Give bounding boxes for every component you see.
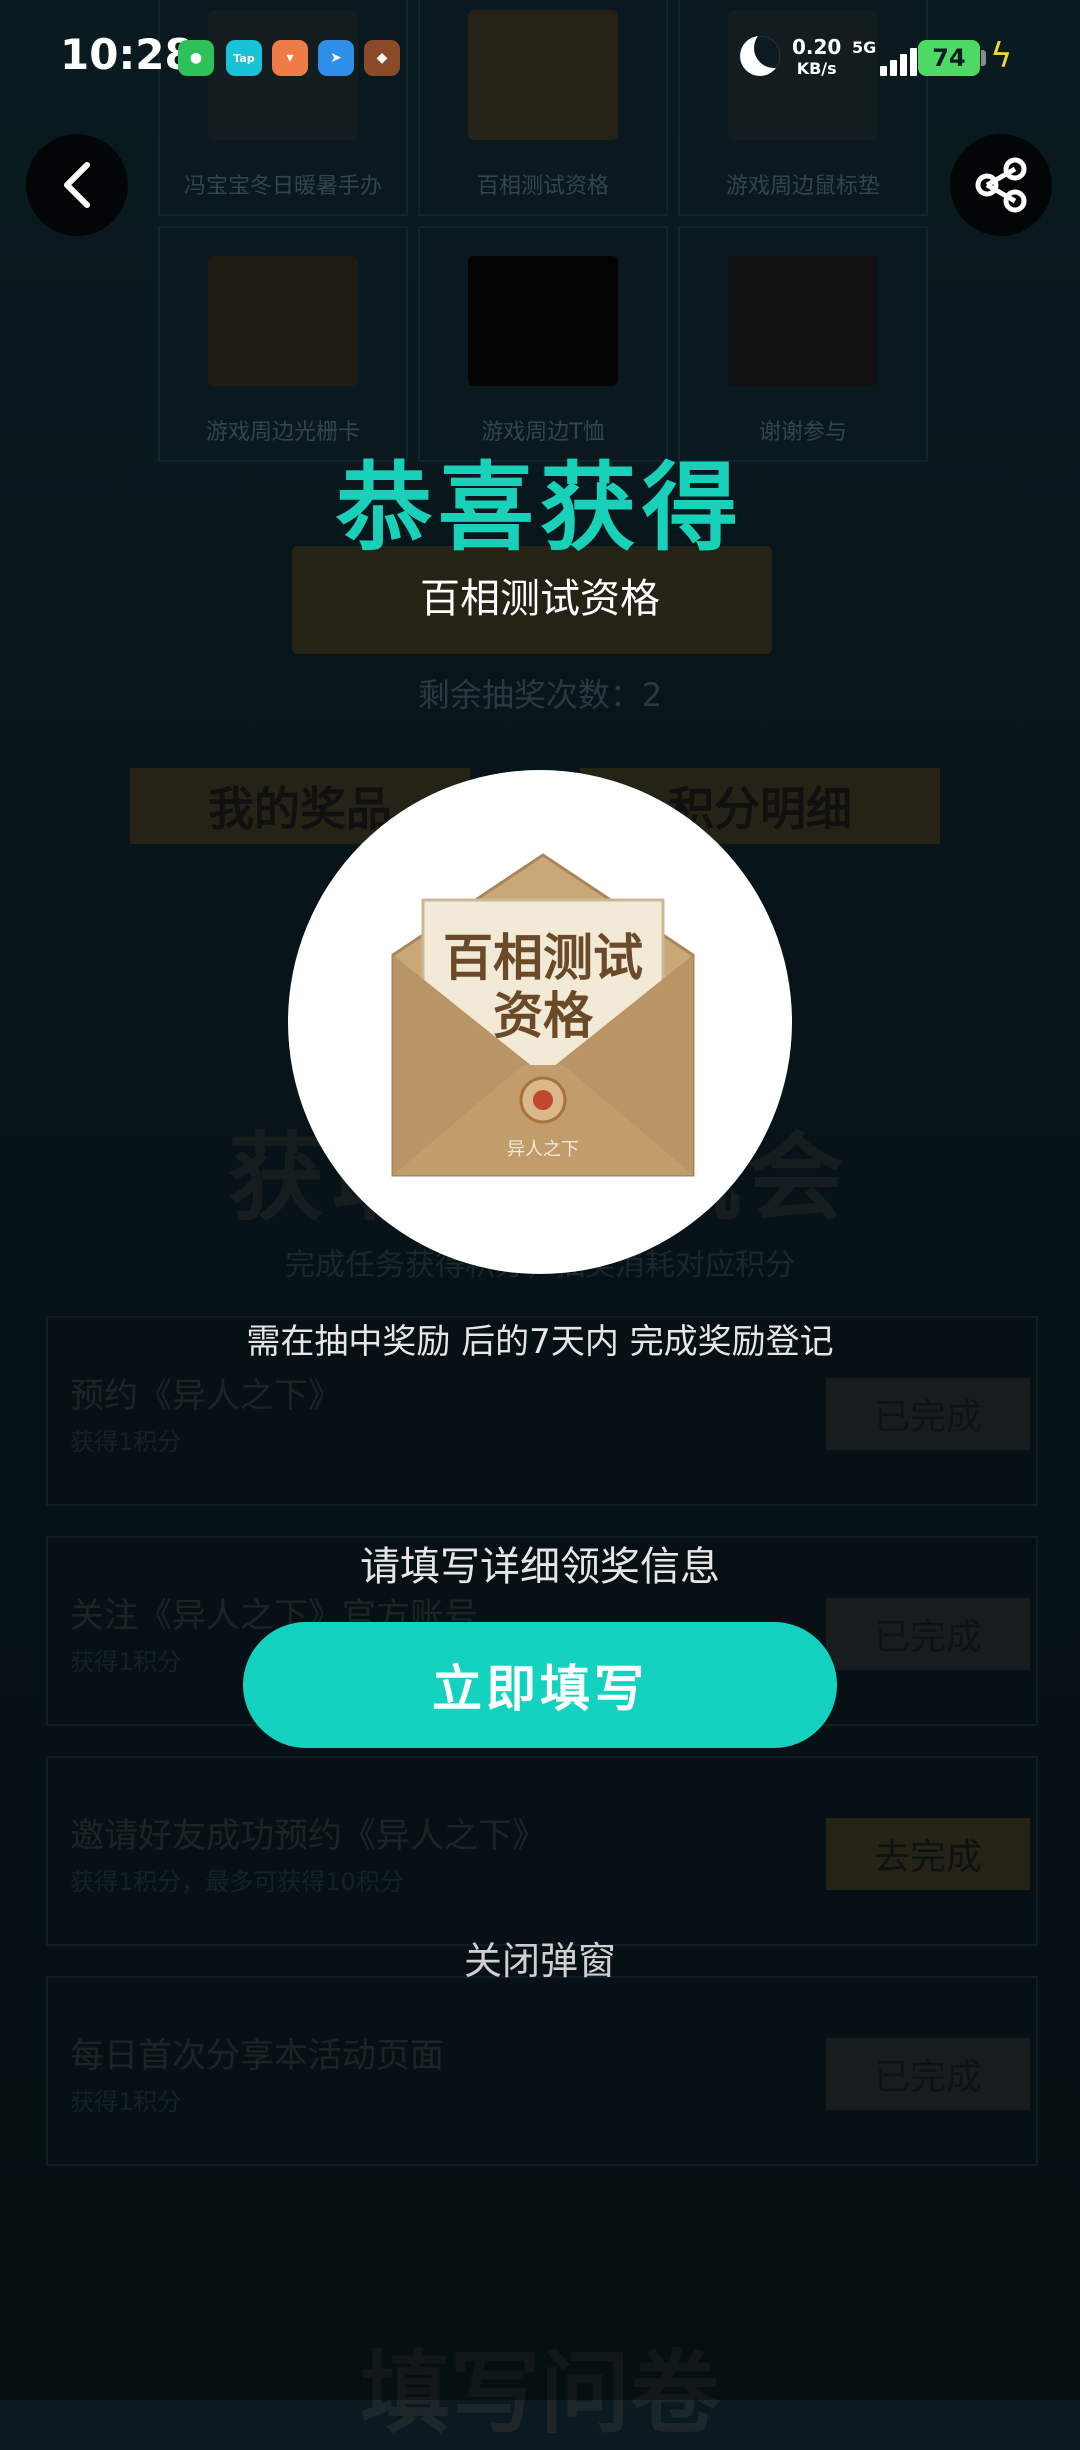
- taptap-icon: Tap: [226, 40, 262, 76]
- share-icon: [975, 157, 1027, 213]
- paper-plane-app-icon: ➤: [318, 40, 354, 76]
- net-speed: 0.20 KB/s: [792, 36, 841, 80]
- charging-icon: ϟ: [990, 36, 1013, 76]
- net-speed-value: 0.20: [792, 35, 842, 59]
- envelope-seal-text: 异人之下: [507, 1139, 579, 1160]
- battery-tip: [981, 50, 986, 66]
- network-type: 5G: [852, 38, 877, 57]
- wechat-icon: ●: [178, 40, 214, 76]
- close-modal-link[interactable]: 关闭弹窗: [0, 1930, 1080, 1985]
- prize-image-circle: 百相测试 资格 异人之下: [288, 770, 792, 1274]
- status-time: 10:28: [60, 30, 194, 79]
- back-button[interactable]: [26, 134, 128, 236]
- envelope-text-line1: 百相测试: [443, 928, 643, 987]
- share-button[interactable]: [950, 134, 1052, 236]
- fill-now-button[interactable]: 立即填写: [243, 1622, 837, 1748]
- battery-icon: 74: [918, 40, 980, 76]
- orange-app-icon: ▾: [272, 40, 308, 76]
- prize-name: 百相测试资格: [420, 576, 660, 622]
- fill-prompt: 请填写详细领奖信息: [360, 1544, 720, 1590]
- chevron-left-icon: [64, 162, 90, 208]
- net-speed-unit: KB/s: [796, 59, 837, 78]
- congrats-title: 恭喜获得: [336, 452, 744, 564]
- game-app-icon: ◆: [364, 40, 400, 76]
- envelope-text-line2: 资格: [493, 986, 594, 1045]
- envelope-icon: 百相测试 资格 异人之下: [391, 853, 695, 1177]
- status-bar: 10:28 ● Tap ▾ ➤ ◆ 0.20 KB/s 5G 74 ϟ: [0, 0, 1080, 120]
- registration-notice: 需在抽中奖励 后的7天内 完成奖励登记: [246, 1322, 834, 1362]
- moon-icon: [740, 36, 780, 76]
